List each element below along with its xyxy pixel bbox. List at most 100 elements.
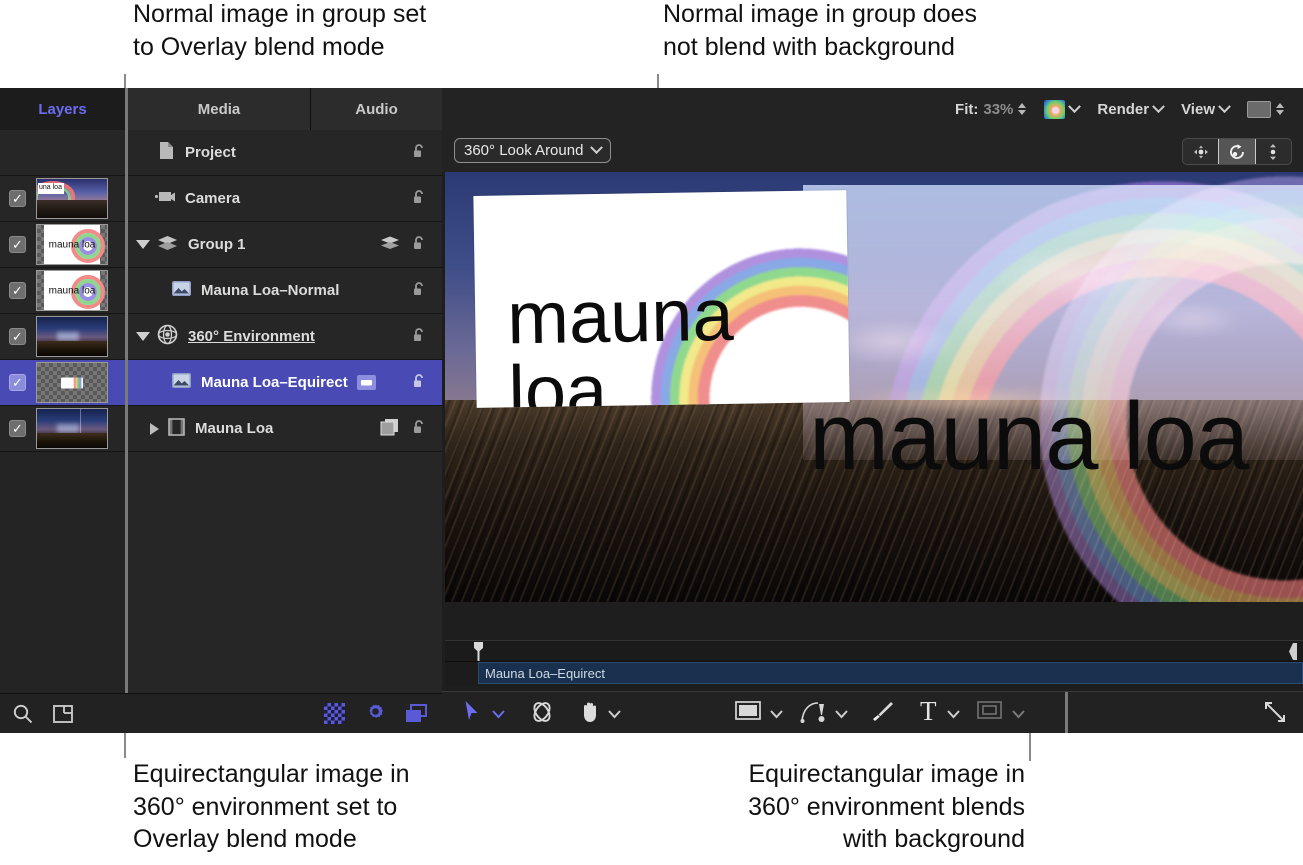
layers-bottom-toolbar [0,693,442,733]
search-icon[interactable] [12,703,34,730]
timeline-ruler[interactable] [445,640,1303,662]
disclosure-triangle-open-icon[interactable] [136,240,150,249]
select-tool-chevron-down-icon[interactable] [492,706,505,724]
card-text: mauna loa [507,276,850,408]
lock-icon[interactable] [411,418,428,439]
layer-row-camera[interactable]: Camera [128,176,442,222]
layer-visibility-checkbox[interactable]: ✓ [9,282,26,299]
lock-icon[interactable] [411,326,428,347]
timeline-clip[interactable]: Mauna Loa–Equirect [478,662,1303,684]
checkerboard-icon[interactable] [324,703,345,729]
orbit-tool-button[interactable] [1219,139,1255,164]
lock-icon[interactable] [411,188,428,209]
thumb-row [0,130,125,176]
background-swatch-control[interactable] [1238,88,1293,130]
layers-stack-icon[interactable] [404,703,428,729]
thumb-row[interactable]: ✓ mauna loa [0,222,125,268]
annotation-top-right: Normal image in group does not blend wit… [663,0,1063,63]
lock-icon[interactable] [411,234,428,255]
tab-layers[interactable]: Layers [0,88,125,130]
chevron-down-icon [1218,100,1231,113]
shape-tool-chevron-down-icon[interactable] [770,706,783,724]
thumb-row[interactable]: ✓ [0,406,125,452]
stepper-icon[interactable] [1018,103,1026,115]
tab-media[interactable]: Media [128,88,311,130]
color-swatch-control[interactable] [1035,88,1088,130]
add-group-icon[interactable] [52,703,74,730]
pan-hand-chevron-down-icon[interactable] [608,706,621,724]
canvas-view-bar: 360° Look Around [442,130,1303,172]
layer-visibility-checkbox[interactable]: ✓ [9,236,26,253]
toolbar-divider [1065,692,1068,733]
thumb-row[interactable]: ✓ una loa [0,176,125,222]
layer-visibility-checkbox[interactable]: ✓ [9,190,26,207]
thumb-row[interactable]: ✓ [0,314,125,360]
tab-audio[interactable]: Audio [311,88,442,130]
lock-icon[interactable] [411,280,428,301]
text-tool-button[interactable]: T [920,696,937,727]
render-menu[interactable]: Render [1088,88,1172,130]
app-top-bar: Layers Media Audio Fit: 33% [0,88,1303,130]
layer-row-mauna-loa-normal[interactable]: Mauna Loa–Normal [128,268,442,314]
tab-media-label: Media [198,101,241,118]
bezier-mask-chevron-down-icon[interactable] [835,706,848,724]
annotation-top-left: Normal image in group set to Overlay ble… [133,0,603,63]
fit-control[interactable]: Fit: 33% [946,88,1035,130]
resize-diagonal-icon[interactable] [1263,700,1287,729]
tab-layers-label: Layers [38,101,86,118]
bezier-mask-tool-button[interactable] [800,700,828,729]
layer-visibility-checkbox[interactable]: ✓ [9,328,26,345]
annotation-bottom-right: Equirectangular image in 360° environmen… [630,758,1025,856]
image-icon [172,373,191,392]
lock-icon[interactable] [411,372,428,393]
view-tool-segmented-control [1182,138,1292,165]
layer-name: Project [185,144,236,161]
disclosure-triangle-closed-icon[interactable] [150,423,159,435]
group-icon [157,235,178,255]
layer-name: 360° Environment [188,328,315,345]
thumb-row-selected[interactable]: ✓ [0,360,125,406]
canvas-column: 360° Look Around [442,130,1303,733]
layer-row-group-1[interactable]: Group 1 [128,222,442,268]
layer-row-360-environment[interactable]: 360° Environment [128,314,442,360]
layer-visibility-checkbox[interactable]: ✓ [9,374,26,391]
pan-tool-button[interactable] [1183,139,1219,164]
layer-visibility-checkbox[interactable]: ✓ [9,420,26,437]
motion-app-window: Layers Media Audio Fit: 33% [0,88,1303,733]
layer-thumbnail: mauna loa [36,224,108,265]
select-tool-button[interactable] [464,700,481,727]
image-icon [172,281,191,300]
dolly-tool-button[interactable] [1255,139,1291,164]
text-tool-chevron-down-icon[interactable] [947,706,960,724]
film-icon [168,418,185,440]
transform-3d-tool-button[interactable] [529,700,555,729]
disclosure-triangle-open-icon[interactable] [136,332,150,341]
drop-zone-tool-button[interactable] [977,700,1002,725]
canvas-viewport[interactable]: mauna loa mauna loa [445,172,1303,602]
canvas-bottom-toolbar: T [442,691,1303,733]
view-menu[interactable]: View [1172,88,1238,130]
mask-badge-icon[interactable] [357,375,376,390]
lock-icon[interactable] [411,142,428,163]
environment-text: mauna loa [809,382,1248,492]
layer-row-mauna-loa[interactable]: Mauna Loa [128,406,442,452]
blend-layers-badge-icon[interactable] [380,235,400,254]
layer-name: Mauna Loa–Equirect [201,374,348,391]
tab-audio-label: Audio [355,101,398,118]
media-badge-icon[interactable] [380,418,400,440]
layer-thumbnail: una loa [36,178,108,219]
pan-hand-tool-button[interactable] [579,700,603,728]
thumb-row[interactable]: ✓ mauna loa [0,268,125,314]
timeline-track[interactable]: Mauna Loa–Equirect [445,662,1303,686]
chevron-down-icon[interactable] [1069,100,1082,113]
gear-icon[interactable] [365,703,386,729]
drop-zone-chevron-down-icon[interactable] [1012,706,1025,724]
camera-icon [154,189,176,209]
shape-tool-button[interactable] [735,700,761,726]
stepper-icon[interactable] [1276,103,1284,115]
layer-row-mauna-loa-equirect[interactable]: Mauna Loa–Equirect [128,360,442,406]
canvas-toolbar: Fit: 33% Render View [442,88,1303,130]
layer-row-project[interactable]: Project [128,130,442,176]
look-around-popup[interactable]: 360° Look Around [454,138,611,163]
paint-stroke-tool-button[interactable] [870,700,894,729]
